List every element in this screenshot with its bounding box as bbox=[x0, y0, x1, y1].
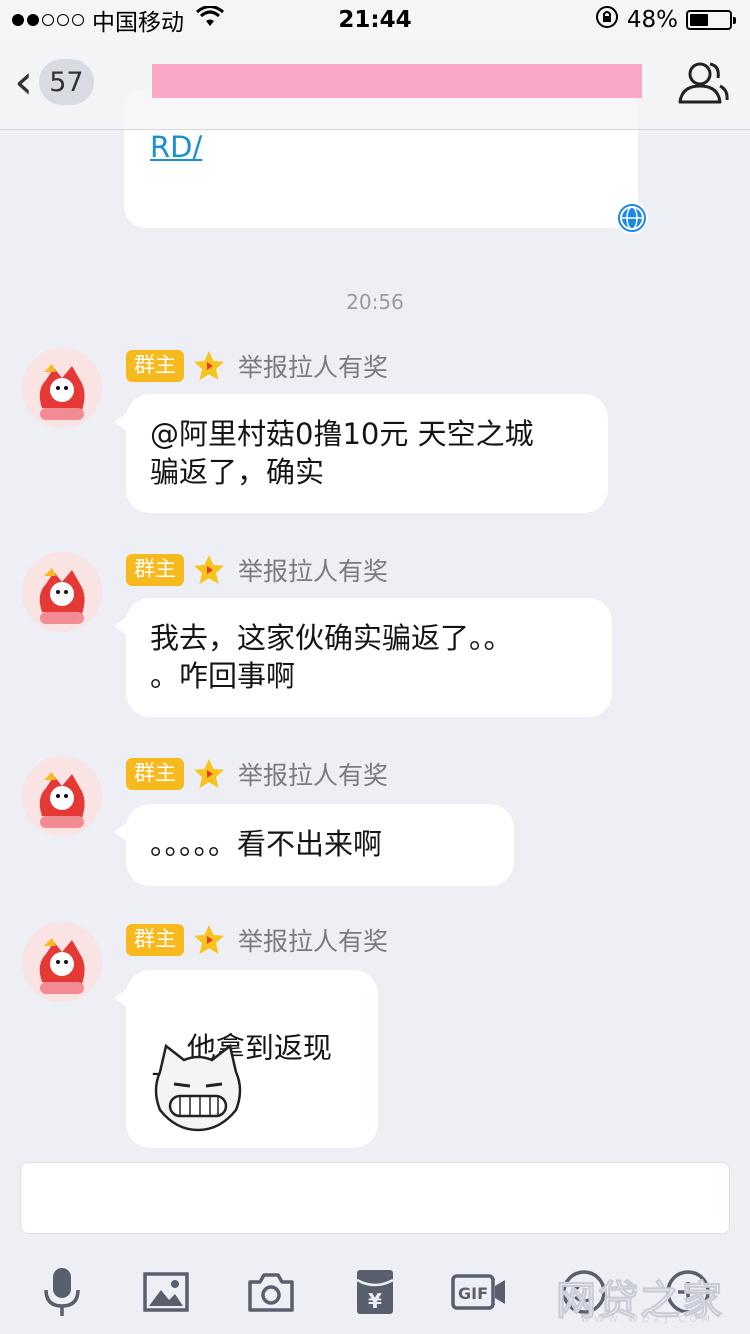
group-owner-badge: 群主 bbox=[126, 554, 184, 586]
message-bubble: 。。。。。看不出来啊 bbox=[114, 804, 514, 886]
star-icon bbox=[194, 925, 224, 954]
sender-name: 举报拉人有奖 bbox=[238, 557, 389, 586]
camera-icon bbox=[247, 1273, 294, 1312]
svg-text:¥: ¥ bbox=[368, 1289, 382, 1313]
microphone-icon bbox=[44, 1268, 80, 1316]
message-timestamp: 20:56 bbox=[346, 290, 404, 314]
globe-icon[interactable] bbox=[616, 202, 648, 234]
watermark-url: WWW.WDZJ.COM bbox=[580, 1314, 714, 1325]
message-bubble: @阿里村菇0撸10元 天空之城 骗返了，确实 bbox=[114, 394, 608, 514]
star-icon bbox=[194, 351, 224, 380]
unread-count-badge: 57 bbox=[39, 59, 94, 105]
svg-text:GIF: GIF bbox=[458, 1284, 488, 1303]
navigation-bar: ‹ 57 bbox=[0, 40, 750, 130]
group-owner-badge: 群主 bbox=[126, 350, 184, 382]
group-members-icon bbox=[678, 62, 729, 104]
message-link[interactable]: RD/ bbox=[150, 130, 202, 164]
sender-name: 举报拉人有奖 bbox=[238, 353, 389, 382]
sender-name: 举报拉人有奖 bbox=[238, 761, 389, 790]
message-input[interactable] bbox=[20, 1162, 730, 1234]
avatar[interactable] bbox=[22, 756, 102, 836]
avatar[interactable] bbox=[22, 922, 102, 1002]
avatar[interactable] bbox=[22, 552, 102, 632]
voice-button[interactable] bbox=[32, 1262, 92, 1322]
gif-button[interactable]: GIF bbox=[449, 1262, 509, 1322]
status-bar: 中国移动 21:44 48% bbox=[0, 0, 750, 40]
red-packet-button[interactable]: ¥ bbox=[345, 1262, 405, 1322]
chevron-left-icon: ‹ bbox=[14, 54, 34, 110]
group-owner-badge: 群主 bbox=[126, 758, 184, 790]
camera-button[interactable] bbox=[241, 1262, 301, 1322]
message-bubble: 他拿到返现了 bbox=[114, 970, 378, 1148]
photo-button[interactable] bbox=[136, 1262, 196, 1322]
grinning-cat-sticker-icon bbox=[154, 1043, 242, 1132]
star-icon bbox=[194, 555, 224, 584]
battery-icon bbox=[686, 10, 736, 30]
redacted-chat-title bbox=[152, 64, 642, 98]
star-icon bbox=[194, 759, 224, 788]
message-bubble: 我去，这家伙确实骗返了。。 。咋回事啊 bbox=[114, 598, 612, 718]
group-members-button[interactable] bbox=[676, 58, 730, 108]
avatar[interactable] bbox=[22, 348, 102, 428]
battery-percent: 48% bbox=[626, 7, 678, 33]
sender-name: 举报拉人有奖 bbox=[238, 927, 389, 956]
back-button[interactable]: ‹ 57 bbox=[14, 58, 94, 106]
gif-icon: GIF bbox=[451, 1274, 506, 1310]
orientation-lock-icon bbox=[595, 5, 619, 35]
red-packet-icon: ¥ bbox=[356, 1270, 394, 1314]
group-owner-badge: 群主 bbox=[126, 924, 184, 956]
image-icon bbox=[143, 1272, 190, 1312]
